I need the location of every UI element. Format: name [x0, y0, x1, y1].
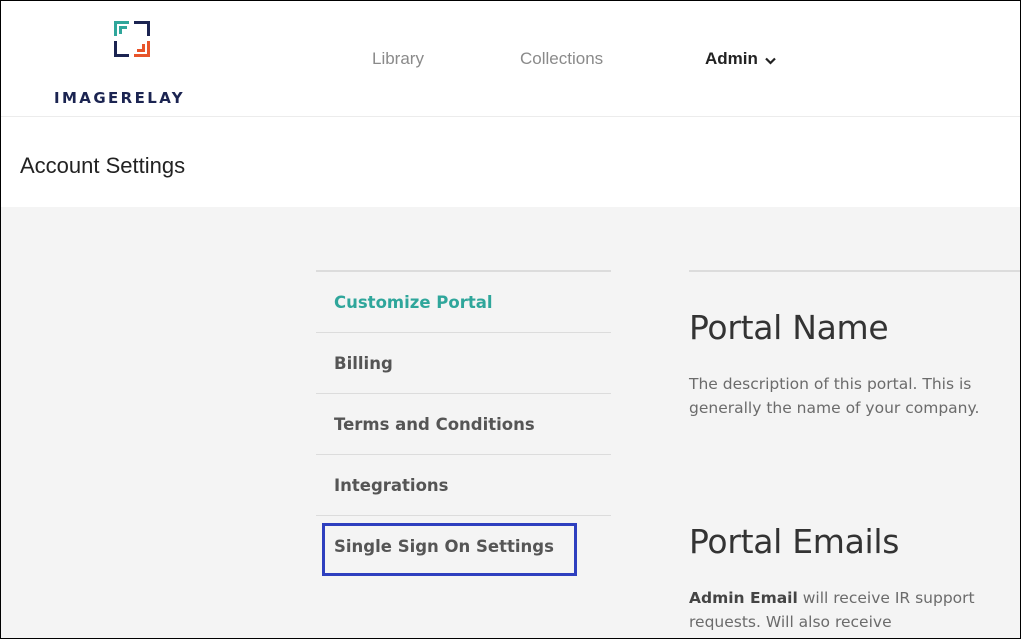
- page-title: Account Settings: [20, 153, 186, 178]
- settings-content: Customize Portal Billing Terms and Condi…: [1, 207, 1020, 638]
- menu-item-label: Billing: [334, 354, 393, 373]
- menu-item-label: Terms and Conditions: [334, 415, 535, 434]
- logo-wordmark: IMAGERELAY: [54, 89, 186, 107]
- portal-name-description-line: generally the name of your company.: [689, 399, 980, 417]
- imagerelay-logo[interactable]: IMAGERELAY: [50, 13, 200, 108]
- portal-emails-description: Admin Email will receive IR support requ…: [689, 586, 1020, 634]
- menu-item-single-sign-on-settings[interactable]: Single Sign On Settings: [316, 516, 611, 577]
- admin-email-text: will receive IR support: [797, 589, 975, 607]
- chevron-down-icon: [765, 50, 776, 70]
- menu-item-customize-portal[interactable]: Customize Portal: [316, 272, 611, 333]
- nav-admin-dropdown[interactable]: Admin: [705, 49, 776, 70]
- portal-emails-description-line: requests. Will also receive: [689, 613, 892, 631]
- portal-name-heading: Portal Name: [689, 308, 889, 347]
- settings-detail-panel: Portal Name The description of this port…: [689, 270, 1020, 631]
- settings-menu: Customize Portal Billing Terms and Condi…: [316, 270, 611, 577]
- menu-item-billing[interactable]: Billing: [316, 333, 611, 394]
- menu-item-label: Integrations: [334, 476, 449, 495]
- nav-admin-label: Admin: [705, 49, 758, 68]
- menu-item-label: Customize Portal: [334, 293, 493, 312]
- nav-collections[interactable]: Collections: [520, 49, 603, 69]
- menu-item-integrations[interactable]: Integrations: [316, 455, 611, 516]
- portal-name-description-line: The description of this portal. This is: [689, 375, 972, 393]
- top-navigation-bar: IMAGERELAY Library Collections Admin: [1, 1, 1020, 117]
- menu-item-terms-and-conditions[interactable]: Terms and Conditions: [316, 394, 611, 455]
- menu-item-label: Single Sign On Settings: [334, 537, 554, 556]
- imagerelay-logo-icon: [114, 21, 150, 57]
- portal-emails-heading: Portal Emails: [689, 522, 900, 561]
- portal-name-description: The description of this portal. This is …: [689, 372, 1020, 420]
- page-title-band: Account Settings: [1, 117, 1020, 207]
- app-window: IMAGERELAY Library Collections Admin Acc…: [0, 0, 1021, 639]
- portal-emails-description-line: Admin Email will receive IR support: [689, 586, 1020, 610]
- admin-email-label: Admin Email: [689, 589, 798, 607]
- nav-library[interactable]: Library: [372, 49, 424, 69]
